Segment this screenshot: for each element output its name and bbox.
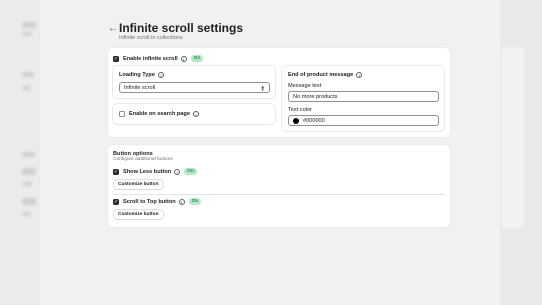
text-color-label: Text color [288,107,312,113]
arrow-left-icon[interactable]: ← [108,24,118,34]
chevron-up-down-icon: ▲ ▼ [260,83,265,92]
scroll-to-top-label: Scroll to Top button [123,198,176,205]
customize-scroll-to-top-button[interactable]: Customize button [114,210,163,219]
message-text-input[interactable] [288,91,439,102]
text-color-value: #000000 [303,118,325,124]
color-swatch[interactable] [293,117,299,124]
scroll-to-top-row: ✓ Scroll to Top button i On [113,198,202,205]
customize-show-less-button[interactable]: Customize button [114,180,163,189]
page-title: Infinite scroll settings [119,21,244,35]
info-icon[interactable]: i [174,168,181,175]
background-app-sidebar [0,0,40,305]
info-icon[interactable]: i [356,72,363,78]
enable-infinite-scroll-row: ✓ Enable infinite scroll i On [113,55,204,62]
end-of-product-header: End of product message i [288,72,363,78]
loading-type-select[interactable]: Infinite scroll ▲ ▼ [119,82,270,93]
status-badge: On [184,168,197,175]
info-icon[interactable]: i [180,55,187,62]
page-subtitle: Infinite scroll in collections [119,35,183,41]
show-less-row: ✓ Show Less button i On [113,168,197,175]
message-text-label: Message text [288,83,322,89]
divider [113,194,445,195]
loading-type-header: Loading Type i [119,72,164,78]
loading-type-value: Infinite scroll [124,84,156,91]
enable-infinite-scroll-checkbox[interactable]: ✓ [113,55,119,62]
show-less-checkbox[interactable]: ✓ [113,168,119,175]
show-less-label: Show Less button [123,168,172,175]
enable-infinite-scroll-label: Enable infinite scroll [123,55,178,62]
enable-search-row: Enable on search page i [119,111,199,117]
scroll-to-top-checkbox[interactable]: ✓ [113,198,119,205]
enable-search-checkbox[interactable] [119,111,125,117]
end-of-product-label: End of product message [288,72,354,78]
status-badge: On [190,55,204,62]
enable-search-label: Enable on search page [129,111,190,117]
loading-type-label: Loading Type [119,72,155,78]
background-app-panel [502,48,524,228]
info-icon[interactable]: i [192,111,199,117]
status-badge: On [188,198,202,205]
info-icon[interactable]: i [178,198,185,205]
button-options-subtitle: Configure additional buttons [113,157,173,162]
text-color-input[interactable]: #000000 [288,115,439,126]
info-icon[interactable]: i [157,72,164,78]
